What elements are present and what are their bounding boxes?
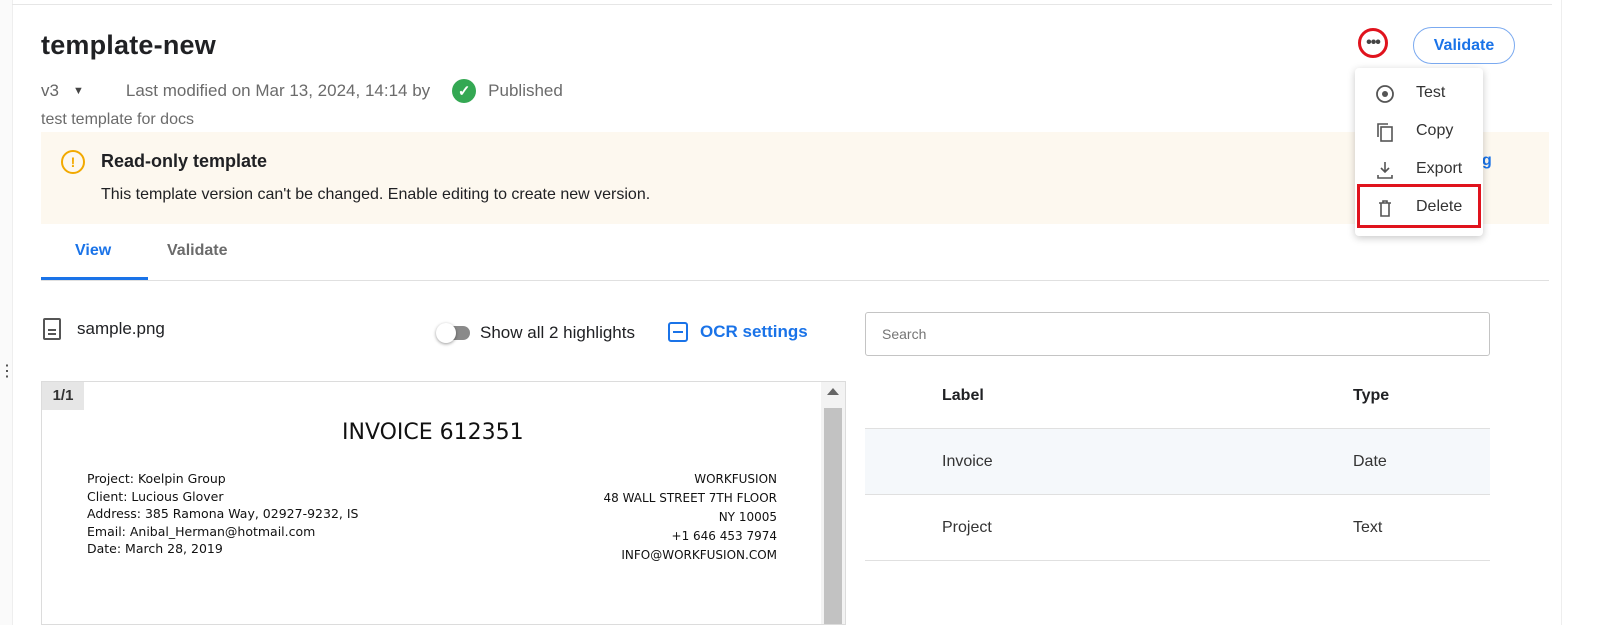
invoice-line: 48 WALL STREET 7TH FLOOR: [603, 491, 777, 505]
search-input[interactable]: [865, 312, 1490, 356]
scrollbar-thumb[interactable]: [824, 408, 842, 624]
column-header-type: Type: [1353, 387, 1390, 404]
file-name: sample.png: [77, 319, 165, 338]
toggle-knob: [436, 323, 456, 343]
column-header-label: Label: [942, 387, 984, 404]
row-type: Date: [1353, 453, 1387, 470]
invoice-line: Date: March 28, 2019: [87, 541, 223, 556]
highlights-toggle-label: Show all 2 highlights: [480, 323, 635, 342]
scan-icon: [668, 322, 688, 342]
ocr-settings-button[interactable]: OCR settings: [668, 322, 808, 342]
invoice-title: INVOICE 612351: [342, 420, 524, 445]
invoice-right-block: WORKFUSION 48 WALL STREET 7TH FLOOR NY 1…: [604, 470, 777, 565]
read-only-banner: ! Read-only template This template versi…: [41, 132, 1549, 224]
menu-item-label: Copy: [1416, 122, 1454, 139]
invoice-line: Client: Lucious Glover: [87, 488, 224, 504]
template-description: test template for docs: [41, 111, 194, 128]
file-icon: [43, 318, 61, 340]
ocr-settings-label: OCR settings: [700, 322, 808, 341]
tab-validate[interactable]: Validate: [167, 242, 227, 260]
status-badge: Published: [488, 81, 563, 100]
invoice-line: WORKFUSION: [694, 472, 777, 486]
menu-item-copy[interactable]: Copy: [1355, 113, 1483, 151]
banner-title: Read-only template: [101, 151, 268, 171]
right-edge: [1561, 0, 1602, 625]
left-edge: ⋮: [0, 0, 15, 625]
delete-highlight-box: [1357, 184, 1481, 228]
scroll-up-icon[interactable]: [827, 388, 839, 395]
invoice-line: +1 646 453 7974: [671, 529, 777, 543]
drag-handle-icon[interactable]: ⋮: [0, 364, 15, 380]
table-row[interactable]: Invoice Date: [865, 429, 1490, 495]
active-tab-indicator: [41, 277, 148, 280]
last-modified-text: Last modified on Mar 13, 2024, 14:14 by: [125, 81, 431, 100]
invoice-line: INFO@WORKFUSION.COM: [621, 548, 777, 562]
highlights-toggle[interactable]: [436, 323, 470, 343]
invoice-line: Email: Anibal_Herman@hotmail.com: [87, 523, 316, 539]
banner-text: This template version can't be changed. …: [101, 186, 651, 203]
target-icon: [1376, 85, 1394, 103]
row-label: Invoice: [942, 453, 993, 470]
tab-view[interactable]: View: [75, 242, 111, 260]
file-info: sample.png: [43, 318, 165, 340]
warning-icon: !: [61, 150, 85, 174]
top-edge: [12, 0, 1552, 5]
page-title: template-new: [41, 30, 216, 60]
menu-item-label: Export: [1416, 160, 1463, 177]
version-selector[interactable]: v3: [41, 81, 59, 101]
validate-button[interactable]: Validate: [1413, 27, 1515, 64]
invoice-left-block: Project: Koelpin Group Client: Lucious G…: [87, 470, 358, 558]
invoice-line: Project: Koelpin Group: [87, 471, 226, 486]
check-circle-icon: ✓: [452, 79, 477, 103]
page-indicator: 1/1: [42, 382, 84, 410]
copy-icon: [1377, 123, 1393, 142]
invoice-line: Address: 385 Ramona Way, 02927-9232, IS: [87, 506, 359, 521]
version-meta: v3 ▼ Last modified on Mar 13, 2024, 14:1…: [41, 79, 563, 103]
document-scrollbar[interactable]: [821, 382, 845, 624]
menu-item-test[interactable]: Test: [1355, 75, 1483, 113]
table-row[interactable]: Project Text: [865, 495, 1490, 561]
invoice-line: NY 10005: [718, 510, 777, 524]
more-options-button[interactable]: •••: [1358, 28, 1388, 58]
highlights-toggle-group: Show all 2 highlights: [436, 323, 635, 343]
download-icon: [1377, 162, 1393, 179]
chevron-down-icon[interactable]: ▼: [73, 85, 84, 97]
enable-editing-link-partial[interactable]: g: [1482, 152, 1492, 170]
tab-bar: View Validate: [41, 232, 1549, 281]
document-preview: 1/1 INVOICE 612351 Project: Koelpin Grou…: [41, 381, 846, 625]
row-label: Project: [942, 519, 992, 536]
labels-table-header: Label Type: [865, 362, 1490, 429]
row-type: Text: [1353, 519, 1383, 536]
menu-item-label: Test: [1416, 84, 1446, 101]
